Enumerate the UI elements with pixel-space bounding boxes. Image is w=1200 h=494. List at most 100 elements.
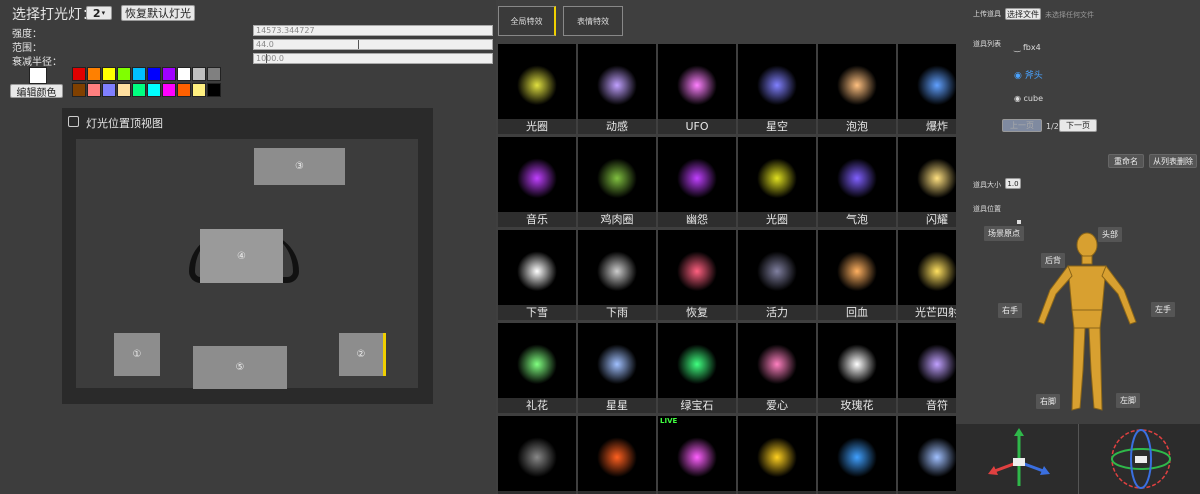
lamp-1[interactable]: ① (114, 333, 160, 376)
effect-item[interactable] (498, 416, 576, 494)
effect-item[interactable]: 幽怨 (658, 137, 736, 227)
effect-thumbnail (818, 137, 896, 212)
prop-item-fbx4[interactable]: ‿ fbx4 (1014, 43, 1041, 52)
effect-item[interactable]: 爱心 (738, 323, 816, 413)
intensity-thumb[interactable] (492, 26, 493, 36)
remove-from-list-button[interactable]: 从列表删除 (1149, 154, 1197, 168)
effect-label: 光圈 (738, 212, 816, 227)
size-input[interactable]: 1.0 (1005, 178, 1021, 189)
effect-item[interactable]: 星空 (738, 44, 816, 134)
color-swatch[interactable] (192, 83, 206, 97)
effect-thumbnail (738, 323, 816, 398)
range-thumb[interactable] (358, 40, 359, 49)
effect-label: 礼花 (498, 398, 576, 413)
choose-file-button[interactable]: 选择文件 (1005, 8, 1041, 20)
move-gizmo-icon[interactable] (984, 428, 1054, 490)
size-label: 道具大小 (973, 181, 1001, 189)
color-swatch[interactable] (132, 83, 146, 97)
part-left-foot[interactable]: 左脚 (1116, 393, 1140, 408)
effect-item[interactable]: 闪耀 (898, 137, 956, 227)
effect-item[interactable]: 活力 (738, 230, 816, 320)
reset-light-button[interactable]: 恢复默认灯光 (121, 5, 195, 21)
color-swatch[interactable] (132, 67, 146, 81)
color-swatch[interactable] (162, 67, 176, 81)
effect-item[interactable]: 光圈 (498, 44, 576, 134)
color-swatch[interactable] (102, 67, 116, 81)
part-back[interactable]: 后背 (1041, 253, 1065, 268)
color-swatch[interactable] (192, 67, 206, 81)
color-swatch[interactable] (87, 67, 101, 81)
effect-thumbnail (818, 323, 896, 398)
effect-item[interactable]: 气泡 (818, 137, 896, 227)
falloff-slider[interactable]: 1000.0 (253, 53, 493, 64)
effect-item[interactable] (818, 416, 896, 494)
color-swatch[interactable] (117, 67, 131, 81)
origin-button[interactable]: 场景原点 (984, 226, 1024, 241)
effect-thumbnail (498, 230, 576, 305)
light-select-dropdown[interactable]: 2 ▾ (86, 6, 112, 20)
effect-item[interactable]: 音符 (898, 323, 956, 413)
color-swatch[interactable] (177, 83, 191, 97)
rename-button[interactable]: 重命名 (1108, 154, 1144, 168)
color-swatch[interactable] (87, 83, 101, 97)
lamp-4[interactable]: ④ (200, 229, 283, 283)
range-slider[interactable]: 44.0 (253, 39, 493, 50)
color-swatch[interactable] (207, 83, 221, 97)
effect-label: 绿宝石 (658, 398, 736, 413)
effect-item[interactable]: 泡泡 (818, 44, 896, 134)
intensity-slider[interactable]: 14573.344727 (253, 25, 493, 36)
color-swatch[interactable] (72, 83, 86, 97)
effect-item[interactable]: 恢复 (658, 230, 736, 320)
effect-item[interactable] (898, 416, 956, 494)
effect-item[interactable]: 光芒四射 (898, 230, 956, 320)
topview-title: 灯光位置顶视图 (86, 117, 163, 130)
color-swatch[interactable] (117, 83, 131, 97)
part-right-hand[interactable]: 右手 (998, 303, 1022, 318)
color-swatch[interactable] (147, 83, 161, 97)
part-right-foot[interactable]: 右脚 (1036, 394, 1060, 409)
tab-expression-effects[interactable]: 表情特效 (563, 6, 623, 36)
color-swatch[interactable] (207, 67, 221, 81)
prev-page-button[interactable]: 上一页 (1002, 119, 1042, 132)
effect-item[interactable]: 下雨 (578, 230, 656, 320)
prop-item-axe[interactable]: ◉ 斧头 (1014, 68, 1043, 81)
edit-color-button[interactable]: 编辑颜色 (10, 84, 63, 99)
color-swatch[interactable] (162, 83, 176, 97)
rotate-gizmo-icon[interactable] (1106, 426, 1176, 492)
effect-thumbnail (658, 137, 736, 212)
effect-item[interactable]: 星星 (578, 323, 656, 413)
effect-item[interactable]: 光圈 (738, 137, 816, 227)
prop-item-cube[interactable]: ◉ cube (1014, 94, 1043, 103)
effect-item[interactable]: 鸡肉圈 (578, 137, 656, 227)
part-head[interactable]: 头部 (1098, 227, 1122, 242)
effect-item[interactable]: 爆炸 (898, 44, 956, 134)
color-swatch[interactable] (72, 67, 86, 81)
effect-item[interactable]: 绿宝石 (658, 323, 736, 413)
lamp-2[interactable]: ② (339, 333, 386, 376)
effect-item[interactable]: 动感 (578, 44, 656, 134)
part-left-hand[interactable]: 左手 (1151, 302, 1175, 317)
lamp-5[interactable]: ⑤ (193, 346, 287, 389)
effect-item[interactable]: 礼花 (498, 323, 576, 413)
color-swatch[interactable] (177, 67, 191, 81)
effect-thumbnail (818, 416, 896, 491)
falloff-thumb[interactable] (266, 54, 267, 63)
effect-item[interactable]: 下雪 (498, 230, 576, 320)
effect-item[interactable]: 玫瑰花 (818, 323, 896, 413)
effect-item[interactable]: 回血 (818, 230, 896, 320)
effect-item[interactable] (578, 416, 656, 494)
lamp-3[interactable]: ③ (254, 148, 345, 185)
effect-item[interactable]: 音乐 (498, 137, 576, 227)
color-swatch[interactable] (147, 67, 161, 81)
effect-item[interactable]: LIVE (658, 416, 736, 494)
effect-item[interactable]: UFO (658, 44, 736, 134)
next-page-button[interactable]: 下一页 (1059, 119, 1097, 132)
color-swatch[interactable] (102, 83, 116, 97)
effect-label: 下雨 (578, 305, 656, 320)
tab-global-effects[interactable]: 全局特效 (498, 6, 556, 36)
effect-item[interactable] (738, 416, 816, 494)
effect-label: 幽怨 (658, 212, 736, 227)
effect-thumbnail (498, 416, 576, 491)
effect-label: 星空 (738, 119, 816, 134)
effect-label: 下雪 (498, 305, 576, 320)
